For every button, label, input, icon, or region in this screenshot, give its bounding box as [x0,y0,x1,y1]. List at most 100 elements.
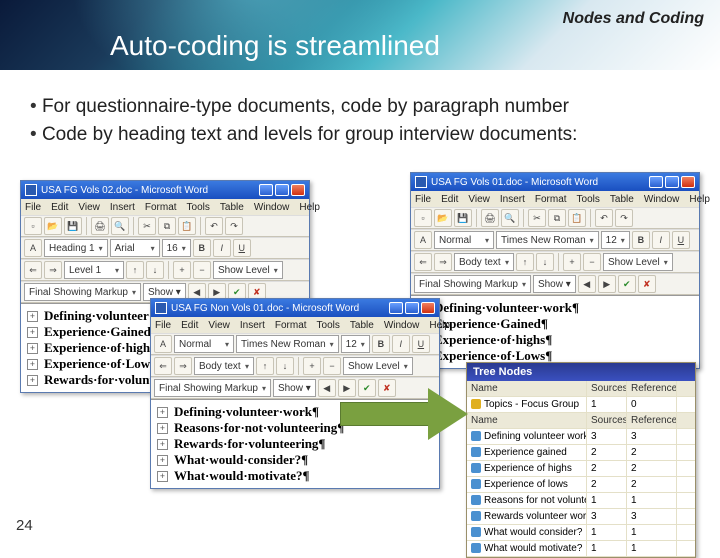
menu-view[interactable]: View [468,194,490,205]
menu-table[interactable]: Table [350,320,374,331]
toolbar-outline[interactable]: ⇐ ⇒ Body text▾ ↑ ↓ + − Show Level▾ [151,355,439,377]
bold-icon[interactable]: B [372,335,390,353]
outline-plus-icon[interactable]: + [27,311,38,322]
underline-icon[interactable]: U [412,335,430,353]
moveup-icon[interactable]: ↑ [516,253,534,271]
show-select[interactable]: Show ▾ [273,379,316,397]
menu-bar[interactable]: File Edit View Insert Format Tools Table… [151,317,439,333]
italic-icon[interactable]: I [213,239,231,257]
minimize-button[interactable] [649,176,663,188]
outline-plus-icon[interactable]: + [27,375,38,386]
font-select[interactable]: Arial▾ [110,239,160,257]
showlevel-select[interactable]: Show Level▾ [343,357,413,375]
outline-plus-icon[interactable]: + [27,343,38,354]
expand-icon[interactable]: + [173,261,191,279]
menu-format[interactable]: Format [145,202,177,213]
new-icon[interactable]: ▫ [24,217,42,235]
italic-icon[interactable]: I [392,335,410,353]
menu-window[interactable]: Window [254,202,290,213]
italic-icon[interactable]: I [652,231,670,249]
tree-row[interactable]: What would motivate?11 [467,541,695,557]
promote-icon[interactable]: ⇐ [414,253,432,271]
menu-window[interactable]: Window [644,194,680,205]
showlevel-select[interactable]: Show Level▾ [213,261,283,279]
paste-icon[interactable]: 📋 [568,209,586,227]
menu-help[interactable]: Help [429,320,450,331]
minimize-button[interactable] [389,302,403,314]
style-select[interactable]: Normal▾ [434,231,494,249]
menu-tools[interactable]: Tools [317,320,340,331]
tree-row[interactable]: What would consider?11 [467,525,695,541]
open-icon[interactable]: 📂 [434,209,452,227]
preview-icon[interactable]: 🔍 [111,217,129,235]
menu-edit[interactable]: Edit [441,194,458,205]
size-select[interactable]: 12▾ [601,231,630,249]
promote-icon[interactable]: ⇐ [154,357,172,375]
bold-icon[interactable]: B [193,239,211,257]
showlevel-select[interactable]: Show Level▾ [603,253,673,271]
save-icon[interactable]: 💾 [64,217,82,235]
style-select[interactable]: Normal▾ [174,335,234,353]
outline-level[interactable]: Body text▾ [194,357,254,375]
promote-icon[interactable]: ⇐ [24,261,42,279]
menu-view[interactable]: View [78,202,100,213]
undo-icon[interactable]: ↶ [205,217,223,235]
outline-level[interactable]: Level 1▾ [64,261,124,279]
font-select[interactable]: Times New Roman▾ [496,231,599,249]
toolbar-outline[interactable]: ⇐ ⇒ Level 1▾ ↑ ↓ + − Show Level▾ [21,259,309,281]
show-select[interactable]: Show ▾ [533,275,576,293]
movedown-icon[interactable]: ↓ [276,357,294,375]
menu-file[interactable]: File [155,320,171,331]
tree-nodes-panel[interactable]: Tree Nodes Name Sources References Topic… [466,362,696,558]
menu-format[interactable]: Format [275,320,307,331]
toolbar-outline[interactable]: ⇐ ⇒ Body text▾ ↑ ↓ + − Show Level▾ [411,251,699,273]
moveup-icon[interactable]: ↑ [126,261,144,279]
style-icon[interactable]: A [154,335,172,353]
menu-bar[interactable]: File Edit View Insert Format Tools Table… [21,199,309,215]
outline-plus-icon[interactable]: + [27,327,38,338]
menu-table[interactable]: Table [610,194,634,205]
outline-plus-icon[interactable]: + [157,471,168,482]
movedown-icon[interactable]: ↓ [536,253,554,271]
demote-icon[interactable]: ⇒ [44,261,62,279]
maximize-button[interactable] [665,176,679,188]
copy-icon[interactable]: ⧉ [158,217,176,235]
menu-file[interactable]: File [415,194,431,205]
collapse-icon[interactable]: − [323,357,341,375]
maximize-button[interactable] [405,302,419,314]
toolbar-formatting[interactable]: A Normal▾ Times New Roman▾ 12▾ B I U [411,229,699,251]
document-body[interactable]: +Defining·volunteer·work¶ +Experience·Ga… [411,295,699,368]
close-button[interactable] [421,302,435,314]
tree-row[interactable]: Experience gained22 [467,445,695,461]
prev-change-icon[interactable]: ◀ [318,379,336,397]
redo-icon[interactable]: ↷ [615,209,633,227]
print-icon[interactable]: 🖨 [481,209,499,227]
moveup-icon[interactable]: ↑ [256,357,274,375]
col-sources[interactable]: Sources [587,381,627,396]
cut-icon[interactable]: ✂ [138,217,156,235]
menu-edit[interactable]: Edit [181,320,198,331]
bold-icon[interactable]: B [632,231,650,249]
markup-select[interactable]: Final Showing Markup▾ [154,379,271,397]
menu-format[interactable]: Format [535,194,567,205]
copy-icon[interactable]: ⧉ [548,209,566,227]
menu-bar[interactable]: File Edit View Insert Format Tools Table… [411,191,699,207]
size-select[interactable]: 12▾ [341,335,370,353]
panel-header[interactable]: Tree Nodes [467,363,695,381]
titlebar[interactable]: USA FG Vols 01.doc - Microsoft Word [411,173,699,191]
outline-plus-icon[interactable]: + [157,439,168,450]
col-name[interactable]: Name [467,381,587,396]
expand-icon[interactable]: + [563,253,581,271]
print-icon[interactable]: 🖨 [91,217,109,235]
maximize-button[interactable] [275,184,289,196]
preview-icon[interactable]: 🔍 [501,209,519,227]
demote-icon[interactable]: ⇒ [434,253,452,271]
underline-icon[interactable]: U [672,231,690,249]
underline-icon[interactable]: U [233,239,251,257]
menu-insert[interactable]: Insert [500,194,525,205]
accept-icon[interactable]: ✔ [618,275,636,293]
menu-view[interactable]: View [208,320,230,331]
save-icon[interactable]: 💾 [454,209,472,227]
markup-select[interactable]: Final Showing Markup▾ [414,275,531,293]
collapse-icon[interactable]: − [583,253,601,271]
